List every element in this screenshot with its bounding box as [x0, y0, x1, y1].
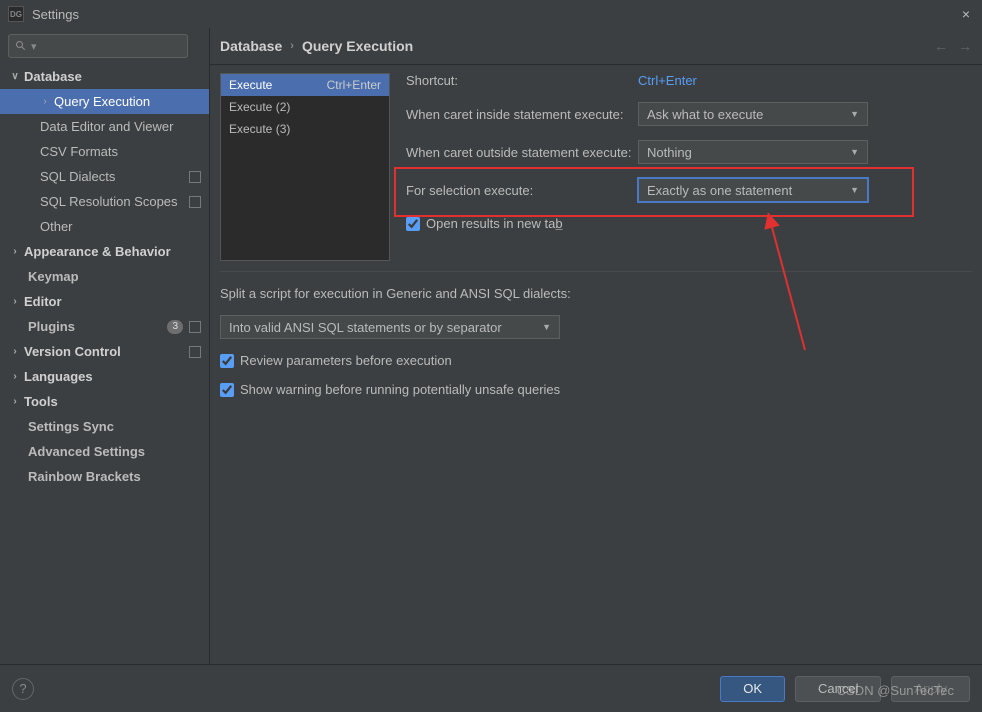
sidebar-item-label: Tools [24, 394, 58, 409]
sidebar-item-label: SQL Resolution Scopes [40, 194, 178, 209]
sidebar-item-settings-sync[interactable]: Settings Sync [0, 414, 209, 439]
sidebar-item-tools[interactable]: › Tools [0, 389, 209, 414]
sidebar-item-label: Languages [24, 369, 93, 384]
sidebar-item-label: Advanced Settings [28, 444, 145, 459]
sidebar-item-label: Query Execution [54, 94, 150, 109]
sidebar-item-plugins[interactable]: Plugins 3 [0, 314, 209, 339]
selection-combo[interactable]: Exactly as one statement ▼ [638, 178, 868, 202]
sidebar-item-editor[interactable]: › Editor [0, 289, 209, 314]
chevron-down-icon: ▼ [850, 147, 859, 157]
sidebar-item-keymap[interactable]: Keymap [0, 264, 209, 289]
split-combo[interactable]: Into valid ANSI SQL statements or by sep… [220, 315, 560, 339]
execute-list-item[interactable]: Execute (2) [221, 96, 389, 118]
sidebar-item-rainbow[interactable]: Rainbow Brackets [0, 464, 209, 489]
cancel-button[interactable]: Cancel [795, 676, 881, 702]
help-button[interactable]: ? [12, 678, 34, 700]
list-item-label: Execute [229, 78, 272, 92]
search-input[interactable]: ▾ [8, 34, 188, 58]
execute-list-item[interactable]: Execute Ctrl+Enter [221, 74, 389, 96]
sidebar-item-label: Keymap [28, 269, 79, 284]
project-icon [189, 321, 201, 333]
shortcut-label: Shortcut: [406, 73, 638, 88]
sidebar-item-label: Plugins [28, 319, 75, 334]
content-panel: Database › Query Execution ← → Execute Ct… [210, 28, 982, 664]
sidebar-item-label: Data Editor and Viewer [40, 119, 173, 134]
combo-value: Ask what to execute [647, 107, 763, 122]
selection-label: For selection execute: [406, 183, 638, 198]
sidebar-item-label: Version Control [24, 344, 121, 359]
project-icon [189, 346, 201, 358]
breadcrumb: Database › Query Execution ← → [210, 28, 982, 64]
sidebar-item-other[interactable]: Other [0, 214, 209, 239]
chevron-right-icon: › [10, 246, 20, 257]
unsafe-warning-label: Show warning before running potentially … [240, 382, 560, 397]
sidebar-item-appearance[interactable]: › Appearance & Behavior [0, 239, 209, 264]
close-icon[interactable]: × [958, 6, 974, 22]
project-icon [189, 196, 201, 208]
sidebar-item-data-editor[interactable]: Data Editor and Viewer [0, 114, 209, 139]
apply-button[interactable]: Apply [891, 676, 970, 702]
combo-value: Nothing [647, 145, 692, 160]
nav-back-icon[interactable]: ← [934, 38, 948, 54]
sidebar-item-label: Database [24, 69, 82, 84]
shortcut-link[interactable]: Ctrl+Enter [638, 73, 697, 88]
chevron-right-icon: › [10, 346, 20, 357]
chevron-down-icon: ▼ [542, 322, 551, 332]
breadcrumb-root[interactable]: Database [220, 38, 282, 54]
review-params-label: Review parameters before execution [240, 353, 452, 368]
sidebar-item-csv-formats[interactable]: CSV Formats [0, 139, 209, 164]
review-params-checkbox[interactable] [220, 354, 234, 368]
open-results-label: Open results in new tab [426, 216, 563, 231]
list-item-label: Execute (3) [229, 122, 290, 136]
chevron-right-icon: › [10, 396, 20, 407]
sidebar-item-sql-resolution[interactable]: SQL Resolution Scopes [0, 189, 209, 214]
search-icon [15, 40, 27, 52]
outside-combo[interactable]: Nothing ▼ [638, 140, 868, 164]
execute-list: Execute Ctrl+Enter Execute (2) Execute (3… [220, 73, 390, 261]
chevron-down-icon: ∨ [10, 71, 20, 82]
footer: ? OK Cancel Apply [0, 664, 982, 712]
sidebar-item-advanced[interactable]: Advanced Settings [0, 439, 209, 464]
sidebar-item-label: Settings Sync [28, 419, 114, 434]
sidebar-item-label: Editor [24, 294, 62, 309]
combo-value: Into valid ANSI SQL statements or by sep… [229, 320, 502, 335]
breadcrumb-leaf: Query Execution [302, 38, 413, 54]
nav-forward-icon[interactable]: → [958, 38, 972, 54]
split-label: Split a script for execution in Generic … [220, 286, 972, 301]
sidebar-item-sql-dialects[interactable]: SQL Dialects [0, 164, 209, 189]
sidebar-item-label: SQL Dialects [40, 169, 115, 184]
project-icon [189, 171, 201, 183]
ok-button[interactable]: OK [720, 676, 785, 702]
outside-label: When caret outside statement execute: [406, 145, 638, 160]
inside-combo[interactable]: Ask what to execute ▼ [638, 102, 868, 126]
list-item-shortcut: Ctrl+Enter [327, 78, 381, 92]
inside-label: When caret inside statement execute: [406, 107, 638, 122]
app-icon: DG [8, 6, 24, 22]
settings-tree: ∨ Database › Query Execution Data Editor a… [0, 64, 209, 664]
sidebar-item-database[interactable]: ∨ Database [0, 64, 209, 89]
breadcrumb-sep: › [290, 40, 294, 52]
combo-value: Exactly as one statement [647, 183, 792, 198]
chevron-right-icon: › [40, 96, 50, 107]
titlebar: DG Settings × [0, 0, 982, 28]
sidebar-item-label: Rainbow Brackets [28, 469, 141, 484]
chevron-down-icon: ▼ [850, 109, 859, 119]
sidebar-item-label: CSV Formats [40, 144, 118, 159]
plugins-badge: 3 [167, 320, 183, 334]
sidebar-item-version-control[interactable]: › Version Control [0, 339, 209, 364]
sidebar-item-languages[interactable]: › Languages [0, 364, 209, 389]
chevron-right-icon: › [10, 371, 20, 382]
chevron-right-icon: › [10, 296, 20, 307]
execute-list-item[interactable]: Execute (3) [221, 118, 389, 140]
sidebar-item-label: Other [40, 219, 73, 234]
list-item-label: Execute (2) [229, 100, 290, 114]
unsafe-warning-checkbox[interactable] [220, 383, 234, 397]
window-title: Settings [32, 7, 958, 22]
sidebar-item-label: Appearance & Behavior [24, 244, 171, 259]
open-results-checkbox[interactable] [406, 217, 420, 231]
chevron-down-icon: ▼ [850, 185, 859, 195]
sidebar-item-query-execution[interactable]: › Query Execution [0, 89, 209, 114]
sidebar: ▾ ∨ Database › Query Execution Data Editor… [0, 28, 210, 664]
